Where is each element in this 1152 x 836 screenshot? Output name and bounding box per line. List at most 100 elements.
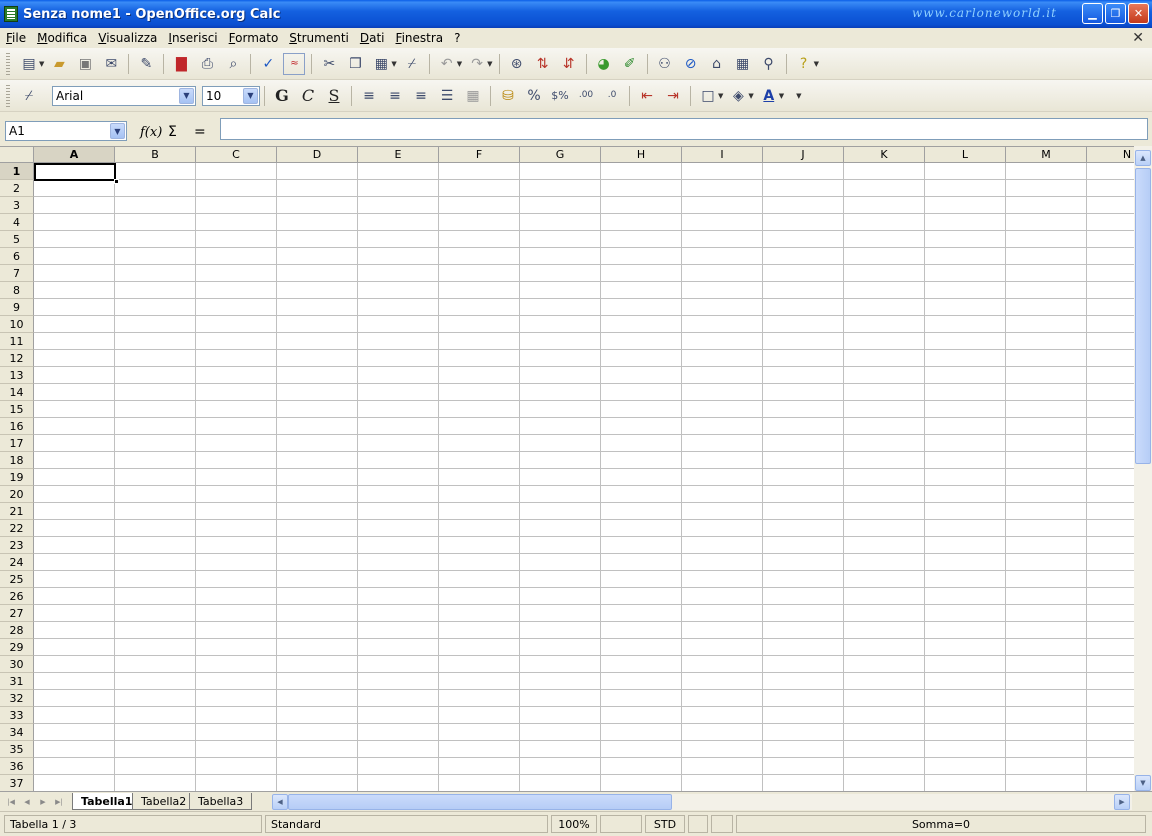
last-sheet-icon[interactable]: ▶| [52, 795, 66, 809]
column-header-d[interactable]: D [277, 147, 358, 163]
find-replace-icon[interactable]: ⚇ [654, 53, 676, 75]
toolbar-grip[interactable] [6, 52, 10, 75]
open-folder-icon[interactable]: ▰ [48, 53, 70, 75]
draw-functions-icon[interactable]: ✐ [619, 53, 641, 75]
align-left-icon[interactable]: ≡ [358, 85, 380, 107]
column-header-a[interactable]: A [34, 147, 115, 163]
row-header-35[interactable]: 35 [0, 741, 34, 758]
column-header-b[interactable]: B [115, 147, 196, 163]
scroll-up-icon[interactable]: ▲ [1135, 150, 1151, 166]
row-header-36[interactable]: 36 [0, 758, 34, 775]
vertical-scroll-thumb[interactable] [1135, 168, 1151, 464]
chevron-down-icon[interactable]: ▼ [243, 87, 258, 104]
row-header-4[interactable]: 4 [0, 214, 34, 231]
font-color-icon[interactable]: A [758, 85, 780, 107]
borders-icon[interactable]: □ [697, 85, 719, 107]
bold-button[interactable]: G [271, 85, 293, 107]
row-header-24[interactable]: 24 [0, 554, 34, 571]
chart-icon[interactable]: ◕ [593, 53, 615, 75]
background-dropdown-icon[interactable]: ▼ [748, 92, 753, 100]
title-bar[interactable]: Senza nome1 - OpenOffice.org Calc www.ca… [0, 0, 1152, 28]
email-icon[interactable]: ✉ [100, 53, 122, 75]
row-header-12[interactable]: 12 [0, 350, 34, 367]
row-header-2[interactable]: 2 [0, 180, 34, 197]
scroll-right-icon[interactable]: ▶ [1114, 794, 1130, 810]
font-color-dropdown-icon[interactable]: ▼ [779, 92, 784, 100]
row-header-20[interactable]: 20 [0, 486, 34, 503]
status-zoom[interactable]: 100% [551, 815, 597, 833]
copy-icon[interactable]: ❐ [344, 53, 366, 75]
row-header-32[interactable]: 32 [0, 690, 34, 707]
font-size-select[interactable]: 10 ▼ [202, 85, 260, 106]
borders-dropdown-icon[interactable]: ▼ [718, 92, 723, 100]
row-header-31[interactable]: 31 [0, 673, 34, 690]
percent-format-icon[interactable]: % [523, 85, 545, 107]
row-header-8[interactable]: 8 [0, 282, 34, 299]
row-header-29[interactable]: 29 [0, 639, 34, 656]
row-header-16[interactable]: 16 [0, 418, 34, 435]
sum-icon[interactable]: Σ [168, 124, 177, 140]
row-header-28[interactable]: 28 [0, 622, 34, 639]
print-icon[interactable]: ⎙ [196, 53, 218, 75]
menu-finestra[interactable]: Finestra [396, 31, 444, 45]
formula-input[interactable] [220, 118, 1148, 140]
row-header-37[interactable]: 37 [0, 775, 34, 791]
column-header-e[interactable]: E [358, 147, 439, 163]
column-header-n[interactable]: N [1087, 147, 1134, 163]
column-header-f[interactable]: F [439, 147, 520, 163]
menu-visualizza[interactable]: Visualizza [98, 31, 157, 45]
fill-handle[interactable] [114, 179, 119, 184]
spreadsheet-grid[interactable]: ABCDEFGHIJKLMN 1 2 3 4 5 6 7 8 9 10 11 12 13 14 15 16 17… [0, 146, 1134, 791]
paste-dropdown-icon[interactable]: ▼ [391, 60, 396, 68]
close-document-icon[interactable]: ✕ [1132, 28, 1144, 48]
row-header-13[interactable]: 13 [0, 367, 34, 384]
increase-indent-icon[interactable]: ⇥ [662, 85, 684, 107]
toolbar-overflow-icon[interactable]: ▼ [814, 60, 819, 68]
align-right-icon[interactable]: ≡ [410, 85, 432, 107]
add-decimal-icon[interactable]: .00 [575, 85, 597, 107]
undo-icon[interactable]: ↶ [436, 53, 458, 75]
row-header-23[interactable]: 23 [0, 537, 34, 554]
undo-dropdown-icon[interactable]: ▼ [457, 60, 462, 68]
column-header-k[interactable]: K [844, 147, 925, 163]
column-header-l[interactable]: L [925, 147, 1006, 163]
row-header-34[interactable]: 34 [0, 724, 34, 741]
minimize-button[interactable]: ▁ [1082, 3, 1103, 24]
row-header-19[interactable]: 19 [0, 469, 34, 486]
edit-file-icon[interactable]: ✎ [135, 53, 157, 75]
menu-help[interactable]: ? [454, 31, 460, 45]
horizontal-scroll-thumb[interactable] [288, 794, 672, 810]
currency-format-icon[interactable]: ⛁ [497, 85, 519, 107]
row-header-33[interactable]: 33 [0, 707, 34, 724]
close-button[interactable]: ✕ [1128, 3, 1149, 24]
row-header-11[interactable]: 11 [0, 333, 34, 350]
toolbar-overflow-icon[interactable]: ▼ [796, 92, 801, 100]
gallery-icon[interactable]: ⌂ [706, 53, 728, 75]
function-wizard-icon[interactable]: f(x) [140, 125, 162, 140]
maximize-button[interactable]: ❐ [1105, 3, 1126, 24]
chevron-down-icon[interactable]: ▼ [110, 123, 125, 139]
cut-icon[interactable]: ✂ [318, 53, 340, 75]
background-color-icon[interactable]: ◈ [727, 85, 749, 107]
italic-button[interactable]: C [297, 85, 319, 107]
redo-icon[interactable]: ↷ [466, 53, 488, 75]
column-header-j[interactable]: J [763, 147, 844, 163]
row-header-7[interactable]: 7 [0, 265, 34, 282]
status-signature[interactable] [711, 815, 733, 833]
page-preview-icon[interactable]: ⌕ [222, 53, 244, 75]
row-header-15[interactable]: 15 [0, 401, 34, 418]
horizontal-scrollbar[interactable]: ◀ ▶ [272, 794, 1132, 810]
row-header-22[interactable]: 22 [0, 520, 34, 537]
calc-app-icon[interactable] [4, 6, 18, 22]
vertical-scrollbar[interactable]: ▲ ▼ [1134, 146, 1152, 791]
save-icon[interactable]: ▣ [74, 53, 96, 75]
redo-dropdown-icon[interactable]: ▼ [487, 60, 492, 68]
menu-formato[interactable]: Formato [229, 31, 279, 45]
decrease-indent-icon[interactable]: ⇤ [636, 85, 658, 107]
cell-area[interactable] [34, 163, 1134, 791]
menu-inserisci[interactable]: Inserisci [168, 31, 217, 45]
column-header-g[interactable]: G [520, 147, 601, 163]
menu-dati[interactable]: Dati [360, 31, 385, 45]
row-header-18[interactable]: 18 [0, 452, 34, 469]
sheet-tab-tabella2[interactable]: Tabella2 [132, 793, 196, 810]
